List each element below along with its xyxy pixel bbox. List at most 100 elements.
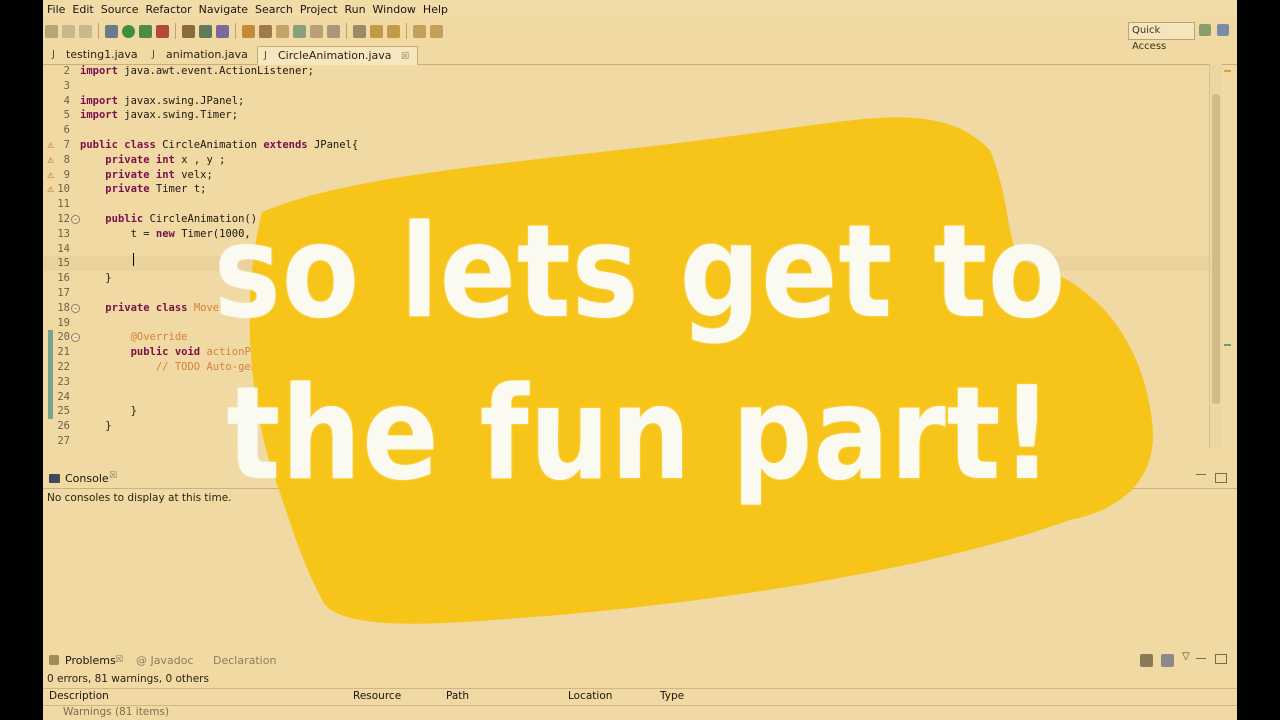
column-description[interactable]: Description xyxy=(49,690,109,702)
editor-scrollbar[interactable] xyxy=(1209,64,1222,448)
code-line[interactable]: 24 xyxy=(43,389,1209,405)
show-whitespace-icon[interactable] xyxy=(327,24,340,38)
code-line[interactable]: 23 xyxy=(43,374,1209,390)
save-all-icon[interactable] xyxy=(79,24,92,38)
code-line[interactable]: 10 ⚠ private Timer t; xyxy=(43,182,1209,197)
forward-icon[interactable] xyxy=(430,24,443,38)
warning-icon[interactable]: ⚠ xyxy=(47,185,55,194)
code-line[interactable]: 14 xyxy=(43,242,1209,257)
fold-icon[interactable]: − xyxy=(71,333,80,343)
run-external-icon[interactable] xyxy=(139,24,152,38)
tab-javadoc[interactable]: @ Javadoc xyxy=(136,654,194,667)
menu-window[interactable]: Window xyxy=(373,3,416,16)
warning-icon[interactable]: ⚠ xyxy=(47,156,55,165)
code-line[interactable]: 22 // TODO Auto-generated method stub xyxy=(43,360,1209,375)
console-tab[interactable]: Console xyxy=(65,472,109,485)
warning-icon[interactable]: ⚠ xyxy=(47,141,55,150)
code-line[interactable]: 26 } xyxy=(43,419,1209,434)
code-line[interactable]: 18− private class MoveListener xyxy=(43,301,1209,316)
minimize-icon[interactable] xyxy=(1196,658,1206,659)
fold-icon[interactable]: − xyxy=(71,303,80,313)
menu-run[interactable]: Run xyxy=(344,3,365,16)
next-annotation-icon[interactable] xyxy=(370,24,383,38)
column-resource[interactable]: Resource xyxy=(353,690,401,702)
code-line[interactable]: 13 t = new Timer(1000, new MoveListener(… xyxy=(43,227,1209,242)
code-line[interactable]: 5 import javax.swing.Timer; xyxy=(43,108,1209,123)
tab-testing1[interactable]: J testing1.java xyxy=(46,46,146,64)
debug-icon[interactable] xyxy=(105,24,118,38)
line-number: 12 xyxy=(57,213,70,225)
java-perspective-icon[interactable] xyxy=(1217,24,1229,36)
code-line[interactable]: 8 ⚠ private int x , y ; xyxy=(43,153,1209,168)
code-line[interactable]: 15 xyxy=(43,256,1209,272)
new-class-icon[interactable] xyxy=(216,24,229,38)
filter-icon[interactable] xyxy=(1140,654,1153,667)
view-menu-icon[interactable]: ▽ xyxy=(1182,651,1190,662)
fold-icon[interactable]: − xyxy=(71,215,80,224)
code-line[interactable]: 21 public void actionPerformed(ActionEve… xyxy=(43,345,1209,361)
code-editor[interactable]: 2 import java.awt.event.ActionListener; 3 4… xyxy=(43,64,1209,448)
toggle-block-selection-icon[interactable] xyxy=(310,24,323,38)
close-icon[interactable]: ☒ xyxy=(401,52,409,62)
external-tools-icon[interactable] xyxy=(156,24,169,38)
tab-circleanimation[interactable]: J CircleAnimation.java ☒ xyxy=(257,46,419,65)
code-text: } xyxy=(80,271,111,286)
occurrence-marker[interactable] xyxy=(1224,344,1231,346)
code-line[interactable]: 19 xyxy=(43,316,1209,331)
column-location[interactable]: Location xyxy=(568,690,612,702)
previous-annotation-icon[interactable] xyxy=(387,24,400,38)
open-type-icon[interactable] xyxy=(242,24,255,38)
menu-edit[interactable]: Edit xyxy=(72,3,93,16)
keyword: import xyxy=(80,65,118,77)
code-line[interactable]: 17 xyxy=(43,286,1209,301)
code-line[interactable]: 4 import javax.swing.JPanel; xyxy=(43,94,1209,109)
column-path[interactable]: Path xyxy=(446,690,469,702)
run-icon[interactable] xyxy=(122,24,135,38)
line-number: 4 xyxy=(63,94,70,107)
column-type[interactable]: Type xyxy=(660,690,684,702)
menu-refactor[interactable]: Refactor xyxy=(146,3,192,16)
code-line[interactable]: 3 xyxy=(43,79,1209,94)
code-line[interactable]: 7 ⚠ public class CircleAnimation extends J… xyxy=(43,138,1209,153)
code-line[interactable]: 12− public CircleAnimation() { xyxy=(43,212,1209,227)
scrollbar-thumb[interactable] xyxy=(1212,94,1220,404)
tab-label: testing1.java xyxy=(66,48,138,61)
menu-project[interactable]: Project xyxy=(300,3,338,16)
code-line[interactable]: 2 import java.awt.event.ActionListener; xyxy=(43,64,1209,79)
menu-source[interactable]: Source xyxy=(101,3,139,16)
minimize-icon[interactable] xyxy=(1196,474,1206,477)
code-line[interactable]: 9 ⚠ private int velx; xyxy=(43,168,1209,183)
menu-file[interactable]: File xyxy=(47,3,65,16)
problems-row-warnings[interactable]: Warnings (81 items) xyxy=(63,706,169,718)
warning-icon[interactable]: ⚠ xyxy=(47,171,55,180)
search-icon[interactable] xyxy=(276,24,289,38)
code-line[interactable]: 20− @Override xyxy=(43,330,1209,346)
tab-declaration[interactable]: Declaration xyxy=(198,654,276,667)
menu-navigate[interactable]: Navigate xyxy=(199,3,248,16)
new-package-icon[interactable] xyxy=(199,24,212,38)
close-icon[interactable]: ☒ xyxy=(109,471,117,481)
maximize-icon[interactable] xyxy=(1215,473,1227,483)
back-icon[interactable] xyxy=(413,24,426,38)
new-java-project-icon[interactable] xyxy=(182,24,195,38)
code-line[interactable]: 27 xyxy=(43,434,1209,448)
skip-breakpoints-icon[interactable] xyxy=(353,24,366,38)
toggle-mark-occurrences-icon[interactable] xyxy=(293,24,306,38)
code-line[interactable]: 6 xyxy=(43,123,1209,138)
code-line[interactable]: 16 } xyxy=(43,271,1209,286)
open-perspective-icon[interactable] xyxy=(1199,24,1211,36)
menu-search[interactable]: Search xyxy=(255,3,293,16)
tab-problems[interactable]: Problems xyxy=(65,654,116,667)
code-line[interactable]: 25 } xyxy=(43,404,1209,420)
save-icon[interactable] xyxy=(62,24,75,38)
code-line[interactable]: 11 xyxy=(43,197,1209,212)
maximize-icon[interactable] xyxy=(1215,654,1227,664)
settings-icon[interactable] xyxy=(1161,654,1174,667)
close-icon[interactable]: ☒ xyxy=(115,655,123,665)
tab-animation[interactable]: J animation.java xyxy=(146,46,256,64)
quick-access-input[interactable]: Quick Access xyxy=(1128,22,1195,52)
open-task-icon[interactable] xyxy=(259,24,272,38)
new-file-icon[interactable] xyxy=(45,24,58,38)
menu-help[interactable]: Help xyxy=(423,3,448,16)
warning-marker[interactable] xyxy=(1224,70,1231,72)
